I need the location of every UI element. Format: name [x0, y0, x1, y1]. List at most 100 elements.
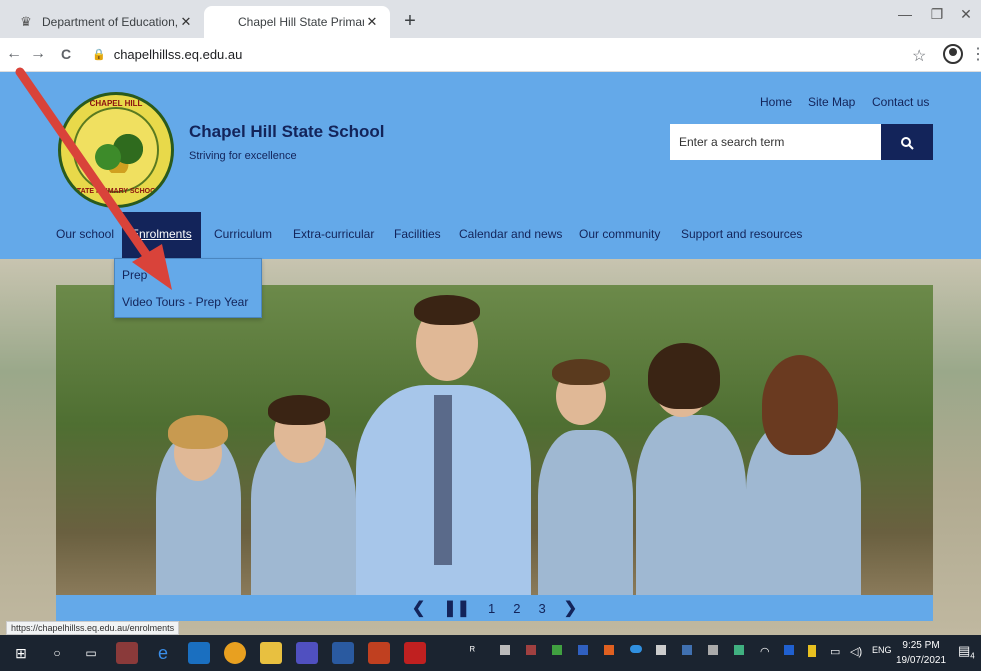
carousel-page-2[interactable]: 2 [513, 601, 520, 616]
dropdown-item-prep[interactable]: Prep [122, 268, 147, 282]
link-site-map[interactable]: Site Map [808, 95, 855, 109]
powerpoint-icon[interactable] [368, 642, 390, 664]
browser-tab-strip: ♛ Department of Education, Trainin ✕ Cha… [0, 0, 981, 38]
tab-department-of-education[interactable]: ♛ Department of Education, Trainin ✕ [8, 6, 204, 38]
clock-date: 19/07/2021 [896, 655, 947, 666]
tray-app-icon[interactable] [578, 645, 588, 655]
carousel-page-3[interactable]: 3 [539, 601, 546, 616]
tray-app-icon[interactable] [682, 645, 692, 655]
teacher-tie [434, 395, 452, 565]
system-clock[interactable]: 9:25 PM 19/07/2021 [896, 638, 946, 668]
carousel-prev-icon[interactable]: ❮ [412, 598, 425, 618]
tray-app-icon[interactable] [656, 645, 666, 655]
teacher-hair [414, 295, 480, 325]
network-icon[interactable]: ▭ [830, 645, 840, 658]
teams-icon[interactable] [296, 642, 318, 664]
carousel-page-1[interactable]: 1 [488, 601, 495, 616]
close-window-button[interactable]: ✕ [951, 6, 981, 23]
search-input[interactable]: Enter a search term [670, 124, 882, 160]
link-home[interactable]: Home [760, 95, 792, 109]
windows-taskbar: ⊞ ○ ▭ e ᴿ ◠ ▭ ◁) ENG 9:25 PM 19/07/2021 … [0, 635, 981, 671]
maximize-button[interactable]: ❐ [922, 6, 952, 23]
chrome-icon[interactable] [224, 642, 246, 664]
tray-app-icon[interactable] [734, 645, 744, 655]
page-icon [214, 14, 230, 30]
carousel-pause-icon[interactable]: ❚❚ [443, 598, 470, 618]
tray-app-icon[interactable] [500, 645, 510, 655]
student-hair [552, 359, 610, 385]
nav-facilities[interactable]: Facilities [394, 212, 441, 259]
close-tab-icon[interactable]: ✕ [178, 14, 194, 30]
acrobat-icon[interactable] [404, 642, 426, 664]
wifi-icon[interactable]: ◠ [760, 645, 770, 658]
banksia-emblem-icon [93, 133, 143, 173]
windows-start-icon[interactable]: ⊞ [10, 642, 32, 664]
back-button[interactable]: ← [4, 45, 24, 63]
clock-time: 9:25 PM [902, 640, 940, 651]
forward-button[interactable]: → [28, 45, 48, 63]
crest-icon: ♛ [20, 14, 32, 29]
lock-icon: 🔒 [92, 49, 106, 61]
link-contact-us[interactable]: Contact us [872, 95, 929, 109]
tray-app-icon[interactable] [708, 645, 718, 655]
reload-button[interactable]: C [56, 46, 76, 62]
site-header: CHAPEL HILL STATE PRIMARY SCHOOL Chapel … [0, 72, 981, 259]
nav-support-and-resources[interactable]: Support and resources [681, 212, 802, 259]
profile-icon[interactable] [943, 44, 963, 64]
nav-enrolments[interactable]: Enrolments [122, 212, 201, 259]
word-icon[interactable] [332, 642, 354, 664]
volume-icon[interactable]: ◁) [850, 645, 862, 658]
school-name[interactable]: Chapel Hill State School [189, 122, 385, 142]
outlook-icon[interactable] [188, 642, 210, 664]
search-button[interactable] [881, 124, 933, 160]
student-figure [636, 415, 746, 595]
people-icon[interactable]: ᴿ [470, 645, 475, 657]
tray-app-icon[interactable] [526, 645, 536, 655]
minimize-button[interactable]: — [890, 6, 920, 22]
edge-icon[interactable]: e [152, 642, 174, 664]
close-tab-icon[interactable]: ✕ [364, 14, 380, 30]
tab-title: Chapel Hill State Primary School [238, 15, 364, 29]
student-hair [762, 355, 838, 455]
new-tab-button[interactable]: + [398, 10, 422, 34]
file-explorer-icon[interactable] [260, 642, 282, 664]
url-field[interactable]: 🔒 chapelhillss.eq.edu.au [92, 47, 242, 62]
bookmark-star-icon[interactable]: ☆ [912, 46, 926, 66]
student-figure [538, 430, 633, 595]
logo-bottom-text: STATE PRIMARY SCHOOL [72, 188, 160, 195]
tab-chapel-hill[interactable]: Chapel Hill State Primary School ✕ [204, 6, 390, 38]
notification-center-icon[interactable]: ▤4 [958, 643, 975, 661]
app-icon[interactable] [116, 642, 138, 664]
logo-inner [73, 107, 159, 193]
menu-kebab-icon[interactable]: ⋮ [970, 44, 981, 64]
carousel-controls: ❮ ❚❚ 1 2 3 ❯ [56, 595, 933, 621]
status-bar-url: https://chapelhillss.eq.edu.au/enrolment… [6, 621, 180, 635]
tray-app-icon[interactable] [808, 645, 816, 657]
school-logo[interactable]: CHAPEL HILL STATE PRIMARY SCHOOL [58, 92, 174, 208]
search-icon[interactable]: ○ [46, 642, 68, 664]
notification-count: 4 [970, 651, 975, 661]
hero-photo [56, 285, 933, 595]
main-navigation: Our school Enrolments Curriculum Extra-c… [0, 212, 981, 259]
nav-curriculum[interactable]: Curriculum [214, 212, 272, 259]
student-hair [168, 415, 228, 449]
bluetooth-icon[interactable] [784, 645, 794, 655]
tab-title: Department of Education, Trainin [42, 15, 178, 29]
onedrive-icon[interactable] [630, 645, 642, 653]
tray-app-icon[interactable] [604, 645, 614, 655]
nav-our-school[interactable]: Our school [56, 212, 114, 259]
task-view-icon[interactable]: ▭ [80, 642, 102, 664]
student-hair [648, 343, 720, 409]
enrolments-dropdown: Prep Video Tours - Prep Year [114, 258, 262, 318]
logo-top-text: CHAPEL HILL [89, 99, 143, 108]
language-indicator[interactable]: ENG [872, 645, 892, 655]
tray-app-icon[interactable] [552, 645, 562, 655]
student-hair [268, 395, 330, 425]
dropdown-item-video-tours[interactable]: Video Tours - Prep Year [122, 295, 248, 309]
nav-our-community[interactable]: Our community [579, 212, 660, 259]
nav-extra-curricular[interactable]: Extra-curricular [293, 212, 374, 259]
url-text: chapelhillss.eq.edu.au [113, 47, 243, 62]
carousel-next-icon[interactable]: ❯ [564, 598, 577, 618]
search-icon [901, 137, 914, 151]
nav-calendar-and-news[interactable]: Calendar and news [459, 212, 562, 259]
